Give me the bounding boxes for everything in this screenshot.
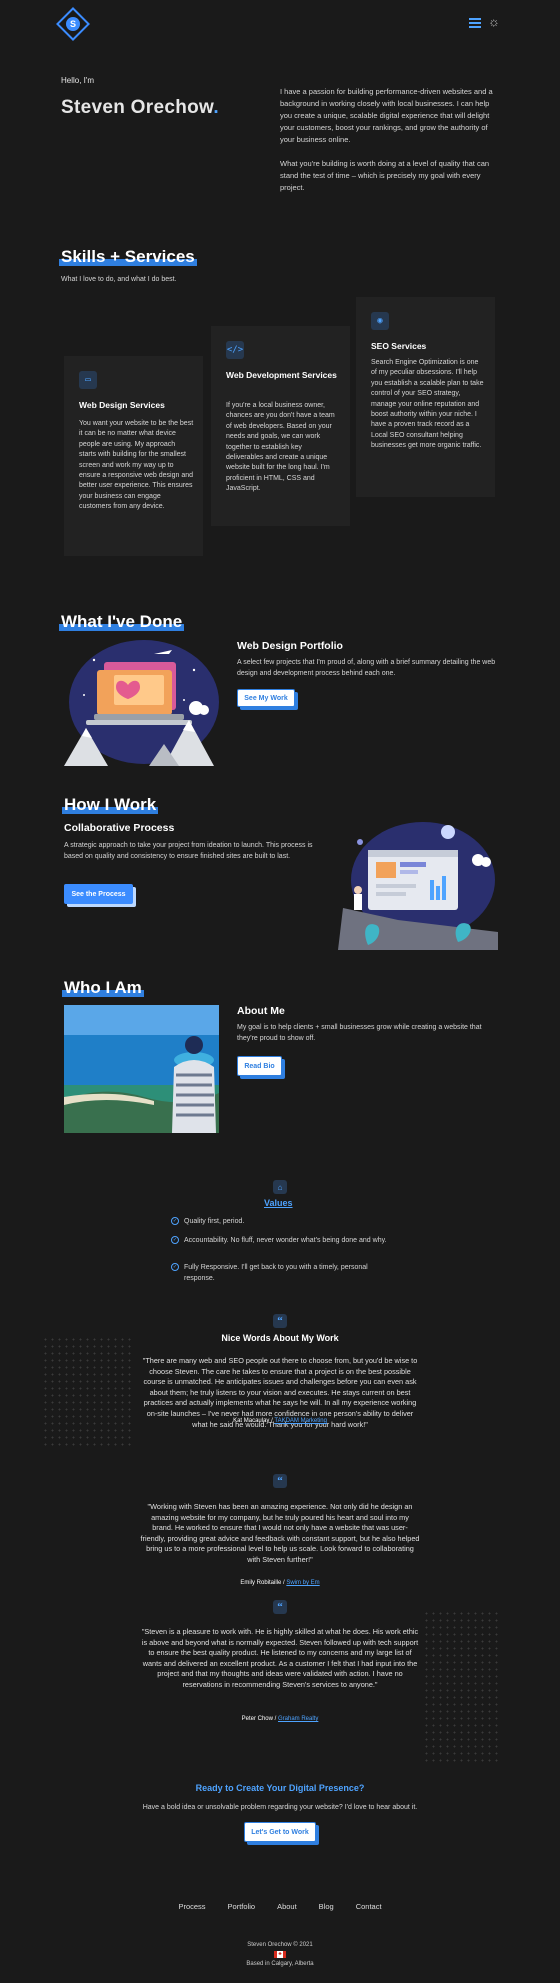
done-title: Web Design Portfolio — [237, 640, 343, 652]
lets-get-to-work-button[interactable]: Let's Get to Work — [244, 1822, 316, 1842]
service-card-title: Web Development Services — [226, 370, 337, 380]
cta-text: Have a bold idea or unsolvable problem r… — [142, 1804, 418, 1811]
how-heading: How I Work — [61, 795, 159, 814]
see-my-work-button[interactable]: See My Work — [237, 689, 295, 707]
site-logo[interactable]: S — [56, 7, 90, 41]
footer-link-process[interactable]: Process — [178, 1902, 205, 1911]
portfolio-illustration — [64, 640, 219, 766]
how-text: A strategic approach to take your projec… — [64, 842, 313, 860]
values-item: Fully Responsive. I'll get back to you w… — [184, 1264, 368, 1282]
footer-link-contact[interactable]: Contact — [356, 1902, 382, 1911]
code-icon: </> — [226, 341, 244, 359]
dot-pattern — [423, 1610, 501, 1762]
service-card-web-design: ▭ Web Design Services You want your webs… — [64, 356, 203, 556]
bank-icon: ⌂ — [273, 1180, 287, 1194]
testimonial-quote: "Steven is a pleasure to work with. He i… — [141, 1627, 419, 1689]
quote-icon: “ — [273, 1600, 287, 1614]
service-card-seo: ◉ SEO Services Search Engine Optimizatio… — [356, 297, 495, 497]
service-card-text: Search Engine Optimization is one of my … — [371, 359, 484, 450]
testimonial-company-link[interactable]: Graham Realty — [278, 1716, 318, 1722]
check-icon: ✓ — [171, 1236, 179, 1244]
service-card-text: You want your website to be the best it … — [79, 420, 194, 511]
quote-icon: “ — [273, 1474, 287, 1488]
canada-flag-icon: ♣ — [274, 1951, 286, 1958]
check-icon: ✓ — [171, 1217, 179, 1225]
values-heading: Values — [264, 1198, 293, 1208]
hero-intro-2: What you're building is worth doing at a… — [280, 159, 490, 192]
see-the-process-button[interactable]: See the Process — [64, 884, 133, 904]
footer-link-about[interactable]: About — [277, 1902, 297, 1911]
service-card-web-dev: </> Web Development Services If you're a… — [211, 326, 350, 526]
hero-intro: I have a passion for building performanc… — [280, 86, 500, 206]
testimonial-author: Emily Robitaille / Swim by Em — [240, 1580, 320, 1586]
testimonial-company-link[interactable]: TAKDAM Marketing — [274, 1418, 327, 1424]
service-card-text: If you're a local business owner, chance… — [226, 402, 335, 493]
hero-greeting: Hello, I'm — [61, 76, 95, 85]
values-item: Accountability. No fluff, never wonder w… — [184, 1237, 387, 1244]
footer-nav: Process Portfolio About Blog Contact — [0, 1902, 560, 1911]
values-item: Quality first, period. — [184, 1218, 245, 1225]
service-card-title: Web Design Services — [79, 400, 165, 410]
testimonials-heading: Nice Words About My Work — [221, 1333, 339, 1343]
skills-subheading: What I love to do, and what I do best. — [61, 276, 177, 283]
who-heading: Who I Am — [62, 978, 144, 997]
about-photo — [64, 1005, 219, 1133]
process-illustration — [338, 820, 498, 950]
check-icon: ✓ — [171, 1263, 179, 1271]
sun-icon[interactable]: ☼ — [488, 15, 500, 28]
skills-heading: Skills + Services — [59, 247, 197, 266]
read-bio-button[interactable]: Read Bio — [237, 1056, 282, 1076]
quote-icon: “ — [273, 1314, 287, 1328]
footer-copyright: Steven Orechow © 2021 — [247, 1942, 313, 1948]
who-text: My goal is to help clients + small busin… — [237, 1024, 482, 1042]
testimonial-quote: "Working with Steven has been an amazing… — [140, 1502, 420, 1564]
seo-icon: ◉ — [371, 312, 389, 330]
who-title: About Me — [237, 1005, 285, 1017]
footer-link-portfolio[interactable]: Portfolio — [228, 1902, 256, 1911]
footer-location: Based in Calgary, Alberta — [246, 1961, 314, 1967]
how-title: Collaborative Process — [64, 822, 175, 834]
hero-intro-1: I have a passion for building performanc… — [280, 87, 493, 144]
footer-link-blog[interactable]: Blog — [319, 1902, 334, 1911]
hero-name: Steven Orechow. — [61, 97, 219, 118]
testimonial-author: Peter Chow / Graham Realty — [241, 1716, 319, 1722]
cta-heading: Ready to Create Your Digital Presence? — [195, 1783, 365, 1793]
testimonial-company-link[interactable]: Swim by Em — [286, 1580, 319, 1586]
service-card-title: SEO Services — [371, 341, 427, 351]
logo-letter: S — [66, 17, 80, 31]
done-heading: What I've Done — [58, 612, 185, 631]
done-text: A select few projects that I'm proud of,… — [237, 659, 496, 677]
dot-pattern — [42, 1336, 132, 1446]
laptop-icon: ▭ — [79, 371, 97, 389]
hamburger-icon[interactable] — [469, 18, 481, 28]
testimonial-author: Kat Macaulay / TAKDAM Marketing — [233, 1418, 327, 1424]
